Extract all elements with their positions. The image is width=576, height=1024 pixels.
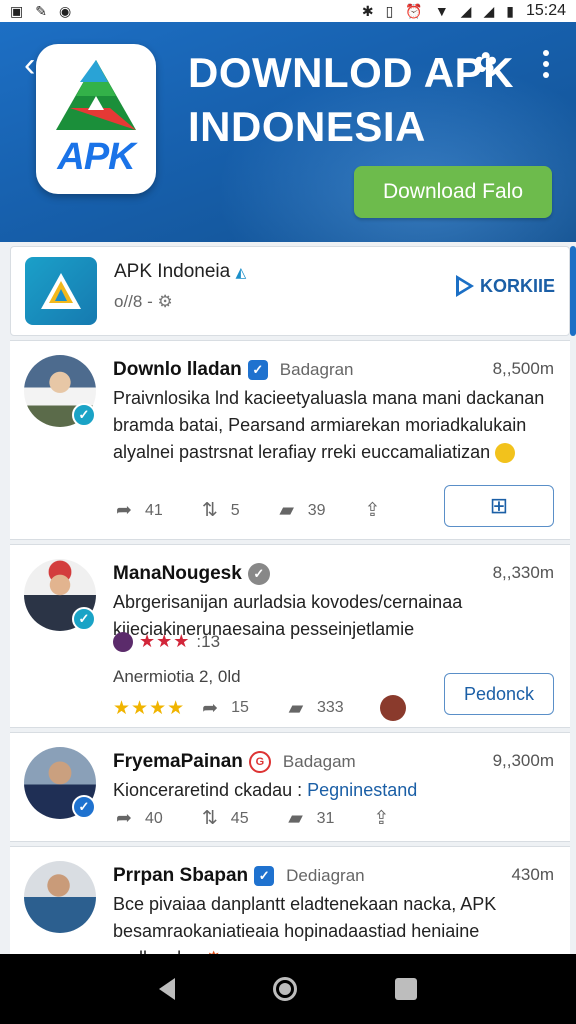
verified-small-icon: ◭: [235, 264, 247, 280]
post-text: Kionceraretind ckadau : Pegninestand: [113, 780, 418, 800]
status-right: ✱ ▯ ⏰ ▼ ◢ ◢ ▮ 15:24: [362, 2, 566, 20]
stars-line: Anermiotia 2, 0ld: [113, 667, 241, 686]
post-card[interactable]: Prrpan Sbapan ✓ Dediagran 430m Bce pivaiaa…: [10, 846, 570, 968]
nav-recents-icon[interactable]: [395, 978, 417, 1000]
battery-icon: ▮: [506, 3, 514, 19]
vibrate-icon: ▯: [385, 3, 394, 19]
gear-icon[interactable]: ✿: [474, 46, 497, 79]
repost-action[interactable]: ⇅ 45: [199, 807, 249, 830]
play-icon: [455, 275, 474, 297]
avatar[interactable]: [24, 861, 96, 933]
bluetooth-icon: ✱: [361, 3, 374, 19]
post-count: 8,,500m: [492, 359, 554, 378]
post-count: 9,,300m: [492, 751, 554, 770]
post-author: ManaNougesk ✓: [113, 563, 270, 585]
nav-home-icon[interactable]: [273, 977, 297, 1001]
verified-badge-icon: ✓: [72, 607, 96, 631]
status-left: ▣ ✎ ◉: [10, 4, 71, 18]
post-text: Praivnlosika lnd kacieetyaluasla mana ma…: [113, 388, 545, 464]
app-meta: o//8 - ⚙: [114, 292, 173, 311]
notification-icon: ▣: [10, 3, 24, 19]
post-actions: ★★★★ ➦ 15 ▰ 333: [113, 695, 406, 721]
more-options-icon[interactable]: [538, 50, 554, 78]
rating-stars-icon: ★★★: [139, 631, 191, 651]
repost-icon: ⇅: [201, 500, 218, 521]
stars-action: ★★★★: [113, 697, 185, 720]
comment-action[interactable]: ▰ 31: [285, 807, 334, 830]
repost-icon: ⇅: [201, 808, 218, 829]
post-card[interactable]: ✓ Downlo lladan ✓ Badagran 8,,500m Praivnl…: [10, 340, 570, 540]
like-icon: ➦: [202, 697, 219, 719]
app-row[interactable]: APK Indoneia ◭ o//8 - ⚙ KORKIIE: [10, 246, 570, 336]
post-author: FryemaPainan G Badagam: [113, 751, 356, 773]
back-arrow-icon[interactable]: ‹: [24, 48, 35, 82]
post-actions: ➦ 40 ⇅ 45 ▰ 31 ⇪: [113, 807, 428, 830]
scroll-indicator: [570, 246, 576, 336]
like-action[interactable]: ➦ 15: [199, 697, 249, 720]
download-button[interactable]: Download Falo: [354, 166, 552, 218]
record-icon: ◉: [58, 3, 72, 19]
post-author: Downlo lladan ✓ Badagran: [113, 359, 354, 380]
bookmark-icon: ⊞: [489, 493, 509, 518]
signal-icon: ◢: [460, 3, 472, 19]
app-icon: [25, 257, 97, 325]
wifi-icon: ▼: [434, 3, 449, 19]
verified-check-icon: ✓: [247, 563, 270, 585]
verified-check-icon: G: [248, 751, 271, 773]
header-banner: ‹ APK DOWNLOD APK INDONESIA ✿ Download F…: [0, 22, 576, 242]
comment-icon: ▰: [288, 697, 304, 719]
comment-icon: ▰: [279, 500, 295, 521]
open-label: KORKIIE: [479, 275, 555, 296]
screen: ▣ ✎ ◉ ✱ ▯ ⏰ ▼ ◢ ◢ ▮ 15:24 ‹ APK DOWNLOD …: [0, 0, 576, 1024]
post-card[interactable]: ✓ FryemaPainan G Badagam 9,,300m Kioncerar…: [10, 732, 570, 842]
comment-icon: ▰: [288, 808, 303, 829]
alarm-icon: ⏰: [405, 3, 423, 19]
logo-text: APK: [57, 136, 135, 178]
verified-badge-icon: ✓: [72, 403, 96, 427]
verified-badge-icon: ✓: [72, 795, 96, 819]
rating-row: ★★★ :13: [113, 631, 220, 652]
post-actions: ➦ 41 ⇅ 5 ▰ 39 ⇪: [113, 499, 420, 522]
signal-icon: ◢: [483, 3, 495, 19]
edit-app-icon: ✎: [35, 3, 47, 19]
app-name: APK Indoneia ◭: [114, 261, 247, 282]
repost-action[interactable]: ⇅ 5: [199, 499, 240, 522]
verified-check-icon: ✓: [247, 360, 268, 380]
like-icon: ➦: [116, 500, 132, 521]
comment-action[interactable]: ▰ 333: [285, 697, 344, 720]
apk-logo-triangle-icon: [56, 60, 136, 130]
comment-action[interactable]: ▰ 39: [276, 499, 325, 522]
status-time: 15:24: [525, 2, 566, 19]
post-count: 8,,330m: [492, 563, 554, 582]
verified-check-icon: ✓: [254, 866, 275, 886]
rating-icon: ⚙: [157, 292, 173, 311]
gold-stars-icon: ★★★★: [113, 697, 186, 719]
post-link[interactable]: Pegninestand: [307, 780, 417, 800]
smile-emoji-icon: [495, 443, 516, 464]
share-icon: ⇪: [364, 500, 381, 521]
like-icon: ➦: [116, 808, 132, 829]
nav-back-icon[interactable]: [159, 978, 175, 1000]
like-action[interactable]: ➦ 41: [113, 499, 163, 522]
nav-bar: [0, 954, 576, 1024]
post-card[interactable]: ✓ ManaNougesk ✓ 8,,330m Abrgerisanijan au…: [10, 544, 570, 728]
share-action[interactable]: ⇪: [362, 499, 384, 522]
open-app-button[interactable]: KORKIIE: [455, 275, 555, 297]
post-count: 430m: [511, 865, 554, 884]
like-action[interactable]: ➦ 40: [113, 807, 163, 830]
bookmark-button[interactable]: ⊞: [444, 485, 554, 527]
action-button[interactable]: Pedonck: [444, 673, 554, 715]
apk-triangle-icon: [41, 273, 81, 309]
share-action[interactable]: ⇪: [370, 807, 392, 830]
apk-logo: APK: [36, 44, 156, 194]
avatar-small-icon: [379, 695, 406, 721]
avatar-emoji-icon: [113, 631, 133, 652]
status-bar: ▣ ✎ ◉ ✱ ▯ ⏰ ▼ ◢ ◢ ▮ 15:24: [0, 0, 576, 22]
share-icon: ⇪: [373, 808, 390, 829]
post-author: Prrpan Sbapan ✓ Dediagran: [113, 865, 365, 886]
